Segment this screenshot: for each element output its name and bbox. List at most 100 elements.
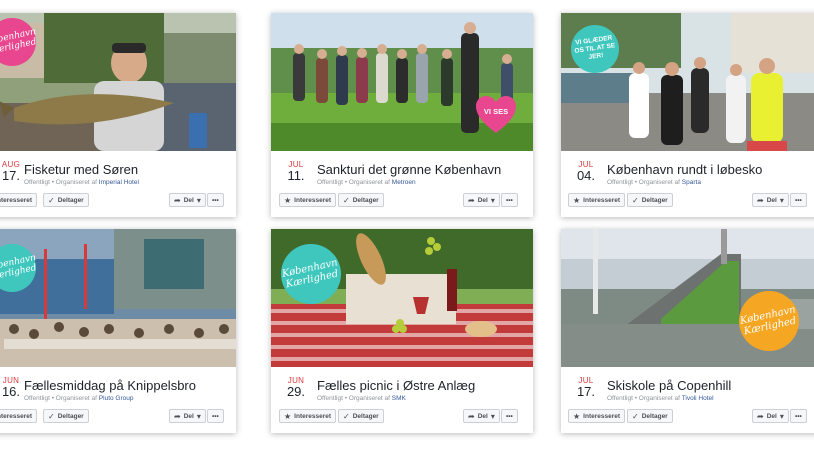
interested-button[interactable]: ★ Interesseret [279, 193, 337, 207]
event-card[interactable]: København Kærlighed AUG 17. Fisketur med… [0, 13, 236, 217]
more-button[interactable]: ••• [790, 193, 807, 207]
event-badge-text: VI SES [483, 107, 509, 116]
going-label: Deltager [352, 412, 379, 420]
star-icon: ★ [573, 195, 581, 205]
event-title[interactable]: Fællesmiddag på Knippelsbro [24, 378, 196, 393]
event-title[interactable]: Skiskole på Copenhill [607, 378, 731, 393]
event-photo[interactable]: VI SES [271, 13, 533, 151]
event-day: 17. [1, 168, 21, 183]
event-organizer-link[interactable]: Imperial Hotel [99, 179, 139, 186]
share-button[interactable]: ➦ Del ▾ [463, 409, 500, 423]
event-photo[interactable]: København Kærlighed [561, 229, 814, 367]
share-button[interactable]: ➦ Del ▾ [752, 409, 789, 423]
caret-down-icon: ▾ [196, 195, 201, 205]
event-title[interactable]: Fisketur med Søren [24, 162, 138, 177]
event-day: 04. [576, 168, 596, 183]
share-button[interactable]: ➦ Del ▾ [752, 193, 789, 207]
checkmark-icon: ✓ [343, 411, 350, 421]
event-day: 16. [1, 384, 21, 399]
event-meta: Offentligt • Organiseret af Imperial Hot… [24, 179, 139, 186]
event-card[interactable]: VI SES JUL 11. Sankturi det grønne Køben… [271, 13, 533, 217]
event-date: JUN 16. [0, 376, 26, 399]
event-card[interactable]: København Kærlighed JUN 16. Fællesmiddag… [0, 229, 236, 433]
interested-label: Interesseret [0, 196, 33, 204]
event-organizer-link[interactable]: Sparta [682, 179, 701, 186]
checkmark-icon: ✓ [48, 411, 55, 421]
event-organizer-link[interactable]: Pluto Group [99, 395, 134, 402]
event-photo[interactable]: København Kærlighed [271, 229, 533, 367]
event-organizer-link[interactable]: Metroen [392, 179, 416, 186]
event-card[interactable]: København Kærlighed JUN 29. Fælles picni… [271, 229, 533, 433]
event-title[interactable]: Sankturi det grønne København [317, 162, 501, 177]
share-arrow-icon: ➦ [757, 195, 764, 205]
more-button[interactable]: ••• [790, 409, 807, 423]
share-button[interactable]: ➦ Del ▾ [169, 193, 206, 207]
share-label: Del [183, 196, 194, 204]
event-organizer-link[interactable]: Tivoli Hotel [682, 395, 714, 402]
going-button[interactable]: ✓ Deltager [627, 193, 673, 207]
interested-label: Interesseret [0, 412, 33, 420]
more-label: ••• [795, 196, 802, 204]
event-date: JUN 29. [281, 376, 311, 399]
interested-button[interactable]: ★ Interesseret [568, 409, 626, 423]
event-actions: ★ Interesseret ✓ Deltager ➦ Del ▾ ••• [561, 409, 814, 427]
interested-button[interactable]: ★ Interesseret [279, 409, 337, 423]
event-date: JUL 04. [571, 160, 601, 183]
caret-down-icon: ▾ [490, 411, 495, 421]
more-button[interactable]: ••• [207, 193, 224, 207]
more-button[interactable]: ••• [207, 409, 224, 423]
interested-label: Interesseret [294, 196, 332, 204]
more-label: ••• [506, 196, 513, 204]
event-title[interactable]: København rundt i løbesko [607, 162, 762, 177]
interested-label: Interesseret [583, 196, 621, 204]
going-label: Deltager [57, 196, 84, 204]
checkmark-icon: ✓ [343, 195, 350, 205]
event-day: 29. [286, 384, 306, 399]
share-button[interactable]: ➦ Del ▾ [463, 193, 500, 207]
going-button[interactable]: ✓ Deltager [338, 193, 384, 207]
more-button[interactable]: ••• [501, 193, 518, 207]
event-badge: VI SES [474, 95, 518, 135]
interested-button[interactable]: ★ Interesseret [568, 193, 626, 207]
more-button[interactable]: ••• [501, 409, 518, 423]
share-arrow-icon: ➦ [468, 195, 475, 205]
event-meta: Offentligt • Organiseret af Tivoli Hotel [607, 395, 714, 402]
going-button[interactable]: ✓ Deltager [338, 409, 384, 423]
more-label: ••• [506, 412, 513, 420]
event-title[interactable]: Fælles picnic i Østre Anlæg [317, 378, 475, 393]
interested-label: Interesseret [294, 412, 332, 420]
share-label: Del [766, 412, 777, 420]
interested-button[interactable]: ★ Interesseret [0, 193, 38, 207]
event-date: JUL 17. [571, 376, 601, 399]
event-actions: ★ Interesseret ✓ Deltager ➦ Del ▾ ••• [0, 409, 236, 427]
event-card[interactable]: VI GLÆDER OS TIL AT SE JER! JUL 04. Købe… [561, 13, 814, 217]
star-icon: ★ [284, 411, 292, 421]
event-day: 17. [576, 384, 596, 399]
event-photo[interactable]: København Kærlighed [0, 13, 236, 151]
event-photo[interactable]: København Kærlighed [0, 229, 236, 367]
caret-down-icon: ▾ [196, 411, 201, 421]
going-button[interactable]: ✓ Deltager [627, 409, 673, 423]
share-arrow-icon: ➦ [174, 195, 181, 205]
going-button[interactable]: ✓ Deltager [43, 193, 89, 207]
event-meta-prefix: Offentligt • Organiseret af [607, 179, 680, 186]
event-card[interactable]: København Kærlighed JUL 17. Skiskole på … [561, 229, 814, 433]
event-organizer-link[interactable]: SMK [392, 395, 406, 402]
event-photo[interactable]: VI GLÆDER OS TIL AT SE JER! [561, 13, 814, 151]
going-label: Deltager [641, 412, 668, 420]
interested-button[interactable]: ★ Interesseret [0, 409, 38, 423]
event-meta: Offentligt • Organiseret af Sparta [607, 179, 701, 186]
event-actions: ★ Interesseret ✓ Deltager ➦ Del ▾ ••• [271, 193, 533, 211]
going-label: Deltager [352, 196, 379, 204]
share-button[interactable]: ➦ Del ▾ [169, 409, 206, 423]
going-label: Deltager [57, 412, 84, 420]
going-button[interactable]: ✓ Deltager [43, 409, 89, 423]
share-label: Del [766, 196, 777, 204]
share-arrow-icon: ➦ [174, 411, 181, 421]
event-meta-prefix: Offentligt • Organiseret af [317, 179, 390, 186]
more-label: ••• [212, 412, 219, 420]
interested-label: Interesseret [583, 412, 621, 420]
star-icon: ★ [573, 411, 581, 421]
event-meta: Offentligt • Organiseret af SMK [317, 395, 406, 402]
event-actions: ★ Interesseret ✓ Deltager ➦ Del ▾ ••• [271, 409, 533, 427]
